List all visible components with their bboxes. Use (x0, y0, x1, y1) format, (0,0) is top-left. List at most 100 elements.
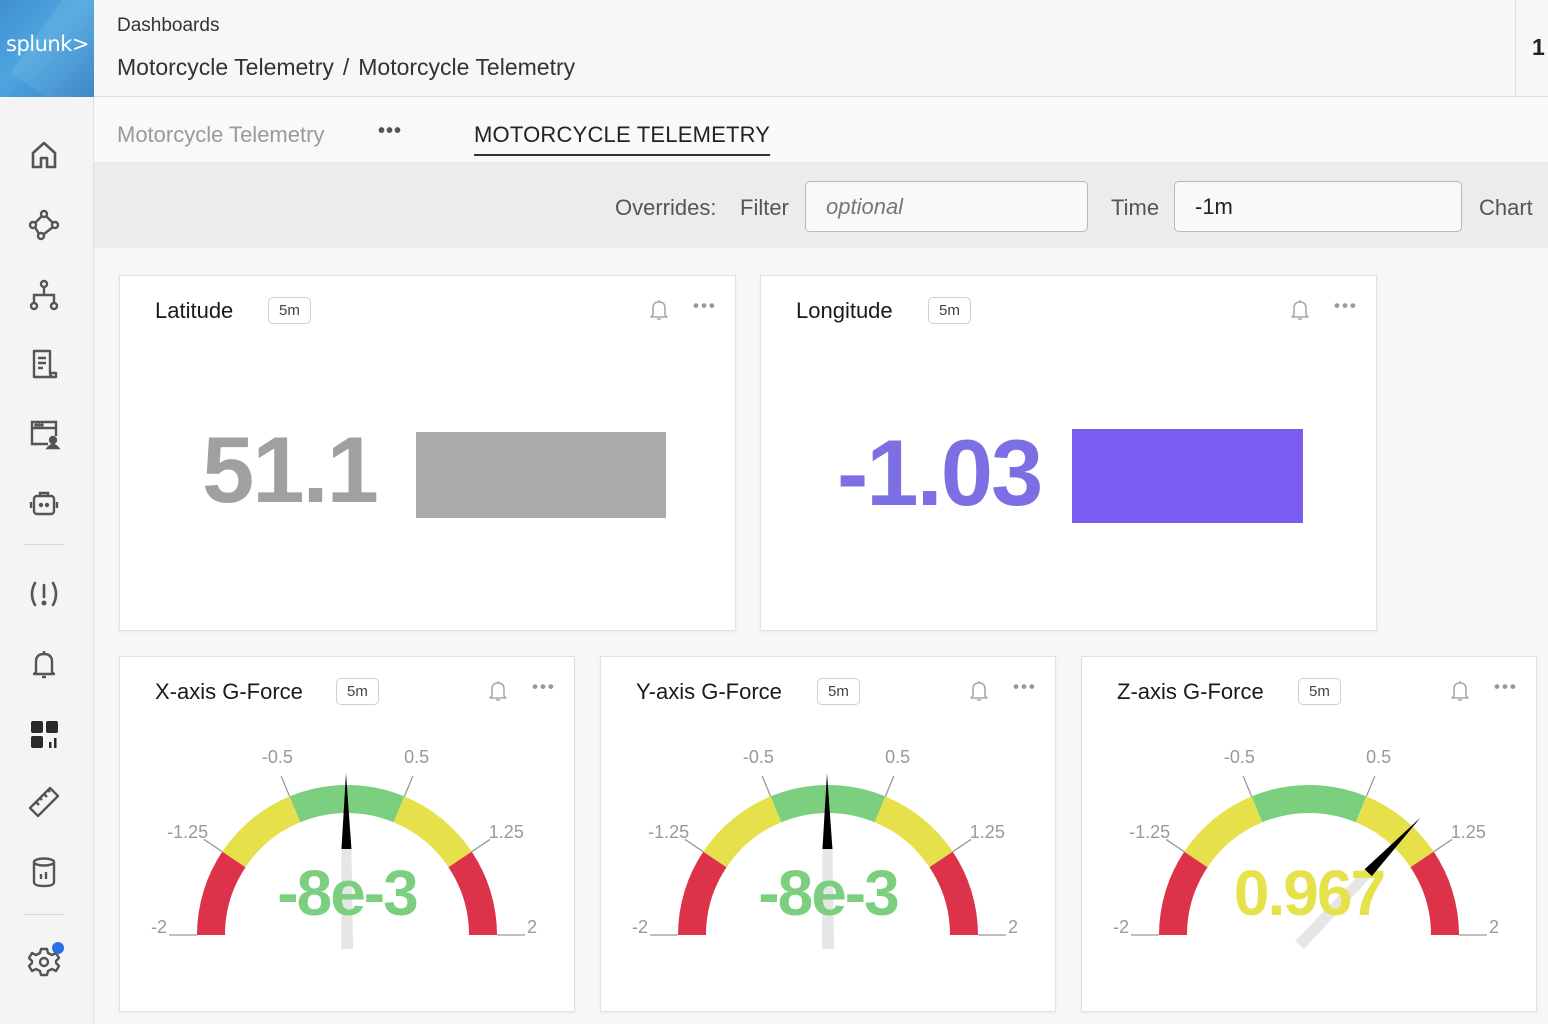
gauge-tick-label: -1.25 (1129, 822, 1170, 842)
single-value: -1.03 (837, 420, 1043, 525)
gauge-tick (884, 775, 895, 797)
sidebar-item-data[interactable] (22, 850, 66, 894)
sidebar-item-synthetics[interactable] (22, 482, 66, 526)
gauge-tick-label: 1.25 (489, 822, 524, 842)
gauge-tick (403, 775, 414, 797)
sidebar-item-metrics[interactable] (22, 780, 66, 824)
ruler-icon (28, 786, 60, 818)
chart-more-button[interactable]: ••• (693, 296, 717, 316)
gauge-tick-label: 0.5 (885, 747, 910, 767)
database-icon (32, 857, 56, 888)
splunk-logo[interactable]: splunk> (0, 0, 94, 97)
sidebar-item-rum[interactable] (22, 412, 66, 456)
gauge-band (1251, 785, 1367, 823)
top-bar: Dashboards Motorcycle Telemetry / Motorcyc… (94, 0, 1548, 97)
robot-icon (29, 491, 59, 516)
gauge-tick-label: -0.5 (743, 747, 774, 767)
breadcrumb-group[interactable]: Motorcycle Telemetry (117, 54, 334, 80)
gauge-chart: -2 -1.25 -0.5 0.5 1.25 2 0.967 (1113, 747, 1499, 950)
gauge-tick (1433, 838, 1453, 853)
gauge-tick (1365, 775, 1376, 797)
notification-dot (52, 942, 64, 954)
gauge-tick-label: 1.25 (970, 822, 1005, 842)
value-sparkline-block (1072, 429, 1303, 523)
gauge-tick-label: -0.5 (262, 747, 293, 767)
gauge-tick (1242, 775, 1253, 797)
gauge-tick-label: -2 (151, 917, 167, 937)
single-value: 51.1 (202, 417, 379, 522)
sidebar-item-alerts[interactable] (22, 642, 66, 686)
browser-user-icon (30, 420, 61, 450)
dashboard-grid-icon (31, 721, 58, 748)
resolution-badge: 5m (928, 297, 971, 324)
gauge-tick-label: -0.5 (1224, 747, 1255, 767)
gauge-tick-label: 2 (527, 917, 537, 937)
header-divider (1515, 0, 1516, 97)
gauge-value: -8e-3 (758, 857, 898, 929)
chart-title[interactable]: Longitude (796, 298, 893, 324)
gauge-tick-label: 2 (1489, 917, 1499, 937)
dashboard-tabs: Motorcycle Telemetry ••• MOTORCYCLE TELE… (94, 98, 1548, 162)
gauge-tick-label: 0.5 (404, 747, 429, 767)
breadcrumb: Motorcycle Telemetry / Motorcycle Telemetr… (117, 54, 575, 81)
gauge-chart: -2 -1.25 -0.5 0.5 1.25 2 -8e-3 (632, 747, 1018, 950)
bell-icon[interactable] (1289, 298, 1311, 322)
chart-card-x-axis-g-force[interactable]: X-axis G-Force 5m ••• -2 -1.25 -0.5 0.5 1.25 2 -8… (119, 656, 575, 1012)
filter-input[interactable]: optional (805, 181, 1088, 232)
gauge-value: 0.967 (1234, 857, 1384, 929)
chart-more-button[interactable]: ••• (1334, 296, 1358, 316)
breadcrumb-separator: / (342, 54, 350, 80)
resolution-badge: 5m (268, 297, 311, 324)
chart-card-y-axis-g-force[interactable]: Y-axis G-Force 5m ••• -2 -1.25 -0.5 0.5 1.25 2 -8… (600, 656, 1056, 1012)
gauge-band (678, 851, 727, 935)
sidebar-divider (24, 914, 64, 915)
bell-icon (32, 651, 56, 679)
chart-label: Chart (1479, 195, 1533, 220)
gauge-tick-label: -1.25 (648, 822, 689, 842)
gauge-tick (471, 838, 491, 853)
sidebar: splunk> (0, 0, 94, 1024)
gauge-tick (761, 775, 772, 797)
time-input[interactable]: -1m (1174, 181, 1462, 232)
sidebar-item-logs[interactable] (22, 342, 66, 386)
chart-title[interactable]: Latitude (155, 298, 233, 324)
filter-label: Filter (740, 195, 789, 220)
dashboard-group-name[interactable]: Motorcycle Telemetry (117, 122, 324, 148)
network-nodes-icon (28, 209, 60, 241)
gauge-band (448, 851, 497, 935)
sidebar-item-infrastructure[interactable] (22, 203, 66, 247)
overrides-label: Overrides: (615, 195, 717, 220)
gauge-tick-label: -1.25 (167, 822, 208, 842)
overrides-bar: Overrides: Filter optional Time -1m Char… (94, 162, 1548, 248)
alert-parens-icon (30, 581, 58, 607)
gauge-tick (280, 775, 291, 797)
tab-motorcycle-telemetry[interactable]: MOTORCYCLE TELEMETRY (474, 122, 771, 156)
group-more-button[interactable]: ••• (378, 120, 402, 143)
sidebar-item-settings[interactable] (22, 940, 66, 984)
gauge-tick-label: 2 (1008, 917, 1018, 937)
section-label[interactable]: Dashboards (117, 15, 219, 37)
sidebar-item-apm[interactable] (22, 273, 66, 317)
chart-card-latitude[interactable]: Latitude 5m ••• 51.1 (119, 275, 736, 631)
gauge-band (197, 851, 246, 935)
gauge-tick-label: -2 (1113, 917, 1129, 937)
logo-text: splunk> (6, 32, 89, 56)
breadcrumb-dashboard: Motorcycle Telemetry (358, 54, 576, 80)
header-right-partial: 1 (1532, 34, 1545, 60)
gauge-value: -8e-3 (277, 857, 417, 929)
document-icon (32, 349, 58, 379)
gauge-tick (952, 838, 972, 853)
sidebar-divider (24, 544, 64, 545)
sidebar-item-incidents[interactable] (22, 572, 66, 616)
bell-icon[interactable] (648, 298, 670, 322)
gauge-band (929, 851, 978, 935)
gauge-band (1159, 851, 1208, 935)
value-sparkline-block (416, 432, 666, 518)
chart-card-z-axis-g-force[interactable]: Z-axis G-Force 5m ••• -2 -1.25 -0.5 0.5 1.25 2 0.… (1081, 656, 1537, 1012)
gauge-chart: -2 -1.25 -0.5 0.5 1.25 2 -8e-3 (151, 747, 537, 950)
time-label: Time (1111, 195, 1160, 220)
sidebar-item-home[interactable] (22, 133, 66, 177)
gauge-tick-label: -2 (632, 917, 648, 937)
chart-card-longitude[interactable]: Longitude 5m ••• -1.03 (760, 275, 1377, 631)
sidebar-item-dashboards[interactable] (22, 712, 66, 756)
